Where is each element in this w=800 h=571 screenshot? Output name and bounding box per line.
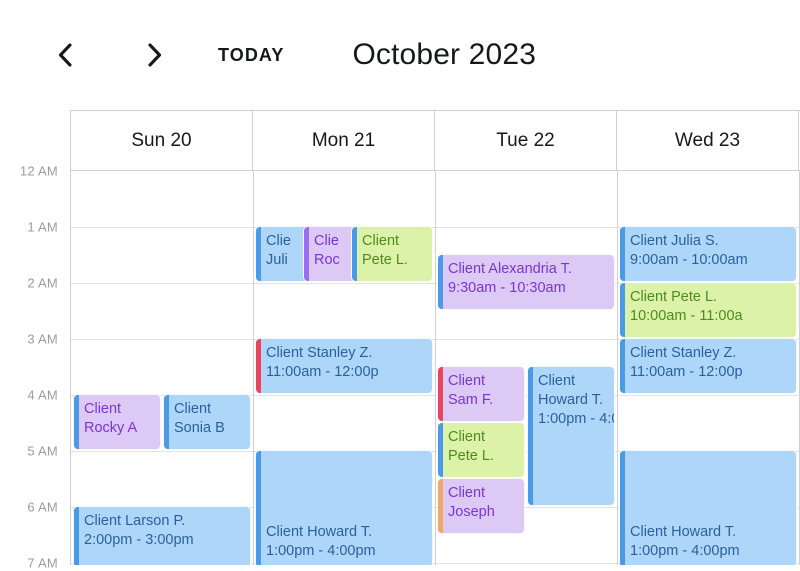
event-title: Client Alexandria T. <box>448 261 572 277</box>
event-accent-bar <box>256 339 261 393</box>
event-accent-bar <box>256 227 261 281</box>
next-month-button[interactable] <box>132 32 178 78</box>
event-accent-bar <box>620 451 625 565</box>
event-title: Client Larson P. <box>84 513 186 529</box>
calendar-event[interactable]: Client Julia S. 9:00am - 10:00am <box>619 226 797 282</box>
event-time: 1:00pm - 4:00pm <box>538 411 614 427</box>
hour-label: 7 AM <box>27 555 58 571</box>
calendar-event[interactable]: Client Pete L. <box>437 422 525 478</box>
event-title: Client Howard T. <box>630 524 737 540</box>
event-time: 9:30am - 10:30am <box>448 280 566 296</box>
day-header-0[interactable]: Sun 20 <box>71 111 253 170</box>
event-time: 1:00pm - 4:00pm <box>630 543 740 559</box>
calendar-event[interactable]: Client Rocky A <box>73 394 161 450</box>
event-accent-bar <box>620 227 625 281</box>
event-accent-bar <box>438 255 443 309</box>
day-header-label: Mon 21 <box>311 129 376 151</box>
hour-label: 1 AM <box>27 219 58 235</box>
today-button[interactable]: TODAY <box>218 45 284 66</box>
day-header-1[interactable]: Mon 21 <box>253 111 435 170</box>
calendar-event[interactable]: Client Sam F. <box>437 366 525 422</box>
event-title: Client Pete L. <box>448 429 494 464</box>
day-header-2[interactable]: Tue 22 <box>435 111 617 170</box>
event-title: Client Stanley Z. <box>266 345 373 361</box>
calendar-grid: Sun 20 Mon 21 Tue 22 Wed 23 Client Rocky AC… <box>70 110 800 565</box>
event-accent-bar <box>528 367 533 505</box>
event-title: Client Julia S. <box>630 233 719 249</box>
hour-label: 5 AM <box>27 443 58 459</box>
day-gridline <box>253 171 254 565</box>
calendar-event[interactable]: Client Pete L. 10:00am - 11:00a <box>619 282 797 338</box>
hour-label: 12 AM <box>19 163 58 179</box>
event-accent-bar <box>256 451 261 565</box>
event-accent-bar <box>74 507 79 565</box>
chevron-right-icon <box>144 41 166 69</box>
day-gridline <box>617 171 618 565</box>
event-title: Client Howard T. <box>538 373 604 408</box>
calendar-body: Client Rocky A Client Sonia B Client Larso… <box>71 171 800 565</box>
event-accent-bar <box>164 395 169 449</box>
event-accent-bar <box>620 283 625 337</box>
event-title: Client Pete L. <box>630 289 718 305</box>
event-time: 2:00pm - 3:00pm <box>84 532 194 548</box>
event-title: Clie Roc <box>314 233 340 268</box>
event-accent-bar <box>620 339 625 393</box>
calendar-event[interactable]: Client Alexandria T. 9:30am - 10:30am <box>437 254 615 310</box>
event-title: Clie Juli <box>266 233 291 268</box>
calendar-toolbar: TODAY October 2023 <box>0 0 800 110</box>
hour-label: 2 AM <box>27 275 58 291</box>
event-accent-bar <box>438 367 443 421</box>
event-title: Client Pete L. <box>362 233 408 268</box>
week-calendar: 12 AM 1 AM 2 AM 3 AM 4 AM 5 AM 6 AM 7 AM Sun 20… <box>0 110 800 571</box>
day-header-row: Sun 20 Mon 21 Tue 22 Wed 23 <box>71 111 800 171</box>
event-title: Client Sam F. <box>448 373 494 408</box>
calendar-event[interactable]: Client Stanley Z. 11:00am - 12:00p <box>619 338 797 394</box>
event-time: 1:00pm - 4:00pm <box>266 543 376 559</box>
calendar-event[interactable]: Client Howard T. 1:00pm - 4:00pm <box>527 366 615 506</box>
month-title: October 2023 <box>352 38 537 71</box>
event-accent-bar <box>438 423 443 477</box>
calendar-event[interactable]: Client Howard T. 1:00pm - 4:00pm <box>255 450 433 565</box>
event-accent-bar <box>74 395 79 449</box>
day-header-label: Sun 20 <box>131 129 192 151</box>
event-title: Client Howard T. <box>266 524 373 540</box>
prev-month-button[interactable] <box>42 32 88 78</box>
calendar-event[interactable]: Client Joseph <box>437 478 525 534</box>
day-header-label: Wed 23 <box>674 129 741 151</box>
calendar-event[interactable]: Clie Roc <box>303 226 358 282</box>
calendar-event[interactable]: Client Howard T. 1:00pm - 4:00pm <box>619 450 797 565</box>
calendar-event[interactable]: Client Stanley Z. 11:00am - 12:00p <box>255 338 433 394</box>
event-accent-bar <box>352 227 357 281</box>
event-accent-bar <box>304 227 309 281</box>
day-header-3[interactable]: Wed 23 <box>617 111 799 170</box>
calendar-event[interactable]: Client Larson P. 2:00pm - 3:00pm <box>73 506 251 565</box>
day-gridline <box>435 171 436 565</box>
event-title: Client Rocky A <box>84 401 138 436</box>
calendar-event[interactable]: Client Pete L. <box>351 226 433 282</box>
event-time: 11:00am - 12:00p <box>630 364 743 380</box>
event-title: Client Stanley Z. <box>630 345 737 361</box>
event-title: Client Joseph <box>448 485 495 520</box>
event-time: 11:00am - 12:00p <box>266 364 379 380</box>
event-title: Client Sonia B <box>174 401 225 436</box>
calendar-event[interactable]: Client Sonia B <box>163 394 251 450</box>
hour-label: 6 AM <box>27 499 58 515</box>
event-time: 9:00am - 10:00am <box>630 252 748 268</box>
hour-label: 4 AM <box>27 387 58 403</box>
hour-label: 3 AM <box>27 331 58 347</box>
event-time: 10:00am - 11:00a <box>630 308 743 324</box>
calendar-event[interactable]: Clie Juli <box>255 226 310 282</box>
day-header-label: Tue 22 <box>496 129 555 151</box>
time-gutter: 12 AM 1 AM 2 AM 3 AM 4 AM 5 AM 6 AM 7 AM <box>0 110 70 571</box>
chevron-left-icon <box>54 41 76 69</box>
event-accent-bar <box>438 479 443 533</box>
